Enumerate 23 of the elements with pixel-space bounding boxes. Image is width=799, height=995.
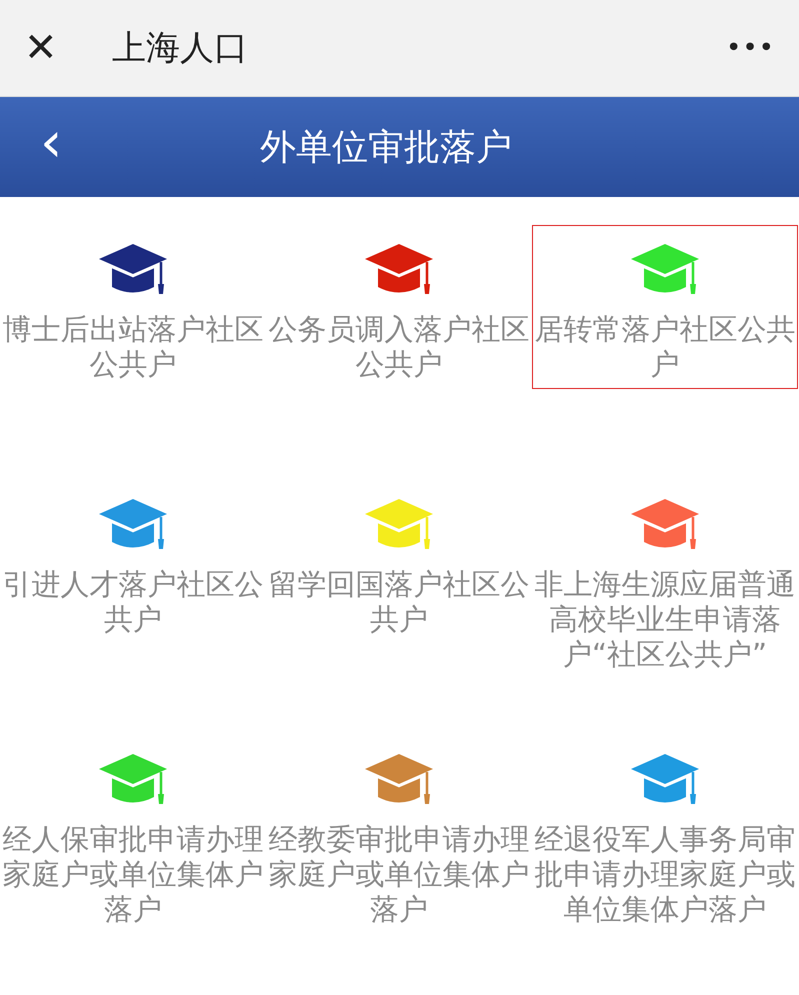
item-label: 居转常落户社区公共户 (534, 312, 796, 382)
item-label: 引进人才落户社区公共户 (2, 567, 264, 637)
more-icon[interactable]: ••• (726, 33, 775, 63)
item-label: 经退役军人事务局审批申请办理家庭户或单位集体户落户 (534, 822, 796, 927)
item-label: 经人保审批申请办理家庭户或单位集体户落户 (2, 822, 264, 927)
item-label: 经教委审批申请办理家庭户或单位集体户落户 (268, 822, 530, 927)
menu-item[interactable]: 非上海生源应届普通高校毕业生申请落户“社区公共户” (532, 480, 798, 679)
close-icon[interactable]: ✕ (24, 25, 68, 71)
menu-item[interactable]: 居转常落户社区公共户 (532, 225, 798, 389)
back-icon[interactable]: ‹ (40, 115, 80, 171)
item-label: 非上海生源应届普通高校毕业生申请落户“社区公共户” (534, 567, 796, 672)
menu-item[interactable]: 经人保审批申请办理家庭户或单位集体户落户 (0, 735, 266, 934)
menu-item[interactable]: 引进人才落户社区公共户 (0, 480, 266, 644)
page-title: 外单位审批落户 (260, 126, 512, 170)
menu-item[interactable]: 博士后出站落户社区公共户 (0, 225, 266, 389)
item-label: 留学回国落户社区公共户 (268, 567, 530, 637)
item-label: 博士后出站落户社区公共户 (2, 312, 264, 382)
menu-item[interactable]: 经退役军人事务局审批申请办理家庭户或单位集体户落户 (532, 735, 798, 934)
item-label: 公务员调入落户社区公共户 (268, 312, 530, 382)
window-title: 上海人口 (112, 27, 249, 70)
menu-item[interactable]: 留学回国落户社区公共户 (266, 480, 532, 644)
menu-item[interactable]: 经教委审批申请办理家庭户或单位集体户落户 (266, 735, 532, 934)
menu-item[interactable]: 公务员调入落户社区公共户 (266, 225, 532, 389)
